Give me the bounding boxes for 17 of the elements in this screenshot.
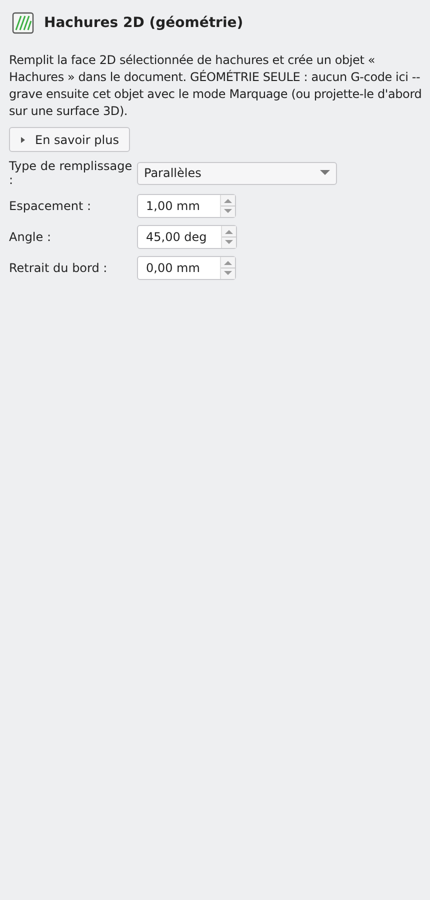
panel-title: Hachures 2D (géométrie) — [44, 15, 244, 31]
spin-box[interactable]: 45,00 deg — [137, 225, 237, 249]
caret-icon — [19, 136, 27, 144]
field-label: Angle : — [9, 230, 52, 244]
stepper-arrows-icon — [220, 257, 235, 279]
field-label: Type de remplissage : — [9, 159, 134, 187]
learn-more-button[interactable]: En savoir plus — [9, 127, 130, 152]
hatch-icon — [12, 12, 34, 34]
spin-box[interactable]: 0,00 mm — [137, 256, 236, 280]
description-text: Remplit la face 2D sélectionnée de hachures et crée un objet « Hachures » dans le document. GÉOMÉTRIE SEULE : aucun G-code ici -- grave ensuite cet objet avec le mode Marquage (ou projette-le d'abord sur une surface 3D). — [9, 52, 423, 120]
stepper-arrows-icon — [220, 226, 236, 248]
field-label: Retrait du bord : — [9, 261, 108, 275]
dropdown-arrow-icon — [320, 170, 330, 176]
stepper-arrows-icon — [220, 195, 235, 217]
fill-type-dropdown[interactable]: Parallèles — [137, 162, 337, 184]
field-label: Espacement : — [9, 199, 92, 213]
spin-box[interactable]: 1,00 mm — [137, 194, 236, 218]
